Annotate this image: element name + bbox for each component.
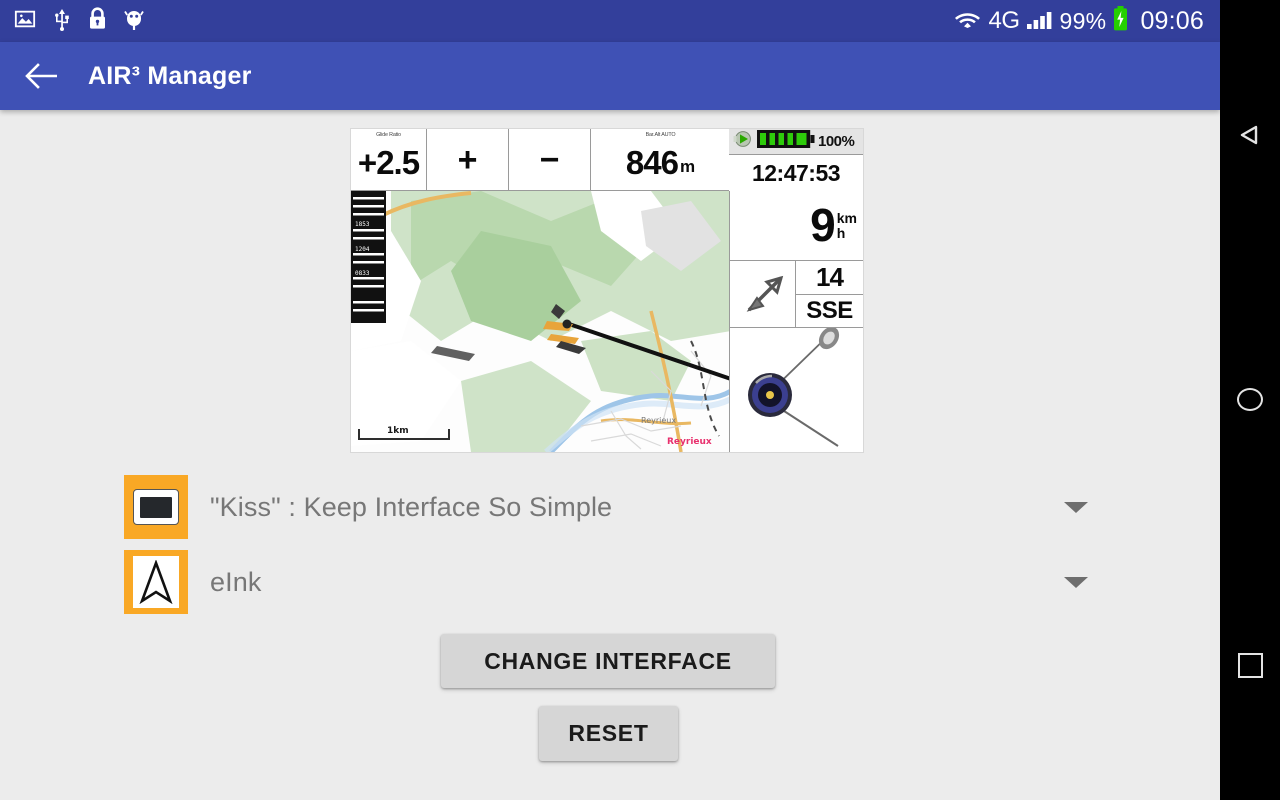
svg-text:1204: 1204 <box>355 246 370 253</box>
wifi-icon <box>954 9 981 34</box>
image-icon <box>14 8 36 35</box>
svg-text:Reyrieux: Reyrieux <box>641 416 676 425</box>
preview-cell-minus: − <box>509 129 591 191</box>
nav-back-button[interactable] <box>1220 105 1280 165</box>
status-bar-left-icons <box>14 7 145 36</box>
battery-percent-label: 99% <box>1059 7 1107 34</box>
device-battery-icon <box>757 130 815 153</box>
change-interface-button[interactable]: CHANGE INTERFACE <box>441 634 775 688</box>
network-type-label: 4G <box>988 7 1020 34</box>
preview-cell-plus-value: + <box>457 140 478 179</box>
preview-device-status-row: 100% <box>729 129 863 155</box>
reset-button[interactable]: RESET <box>539 706 678 761</box>
preview-cell-plus: + <box>427 129 509 191</box>
wind-arrow-icon <box>730 261 796 327</box>
signal-bars-icon <box>1026 9 1053 34</box>
screen-root: 4G 99% 09:06 AIR³ Manager Glide Ratio +2… <box>0 0 1280 800</box>
preview-speed-unit: km h <box>836 209 857 241</box>
nav-home-button[interactable] <box>1220 369 1280 429</box>
android-debug-icon <box>123 7 145 35</box>
interface-selector-label: "Kiss" : Keep Interface So Simple <box>210 491 613 522</box>
battery-charging-icon <box>1113 6 1128 36</box>
preview-right-instrument-column: 9 km h 14 SSE <box>729 191 863 452</box>
preview-cell-glide-ratio-label: Glide Ratio <box>376 132 401 138</box>
back-button[interactable] <box>10 44 74 108</box>
back-triangle-icon <box>1240 125 1258 145</box>
usb-icon <box>52 7 72 36</box>
preview-cell-glide-ratio-value: +2.5 <box>357 143 420 181</box>
content-area: Glide Ratio +2.5 + − Bar.Alt AUTO 846 m <box>0 110 1220 800</box>
home-circle-icon <box>1237 387 1263 411</box>
status-bar: 4G 99% 09:06 <box>0 0 1220 42</box>
preview-device-battery-percent: 100% <box>818 133 855 150</box>
preview-cell-altitude-label: Bar.Alt AUTO <box>645 132 676 138</box>
preview-speed-cell: 9 km h <box>730 191 863 261</box>
preview-wind-values: 14 SSE <box>796 261 863 327</box>
gps-sound-icon <box>732 131 754 152</box>
recents-square-icon <box>1237 652 1263 678</box>
svg-text:0833: 0833 <box>355 270 370 277</box>
map-scale-label: 1km <box>387 426 409 436</box>
svg-text:1853: 1853 <box>355 221 370 228</box>
chevron-down-icon[interactable] <box>1064 501 1088 513</box>
preview-speed-unit-top: km <box>836 209 857 226</box>
app-bar: AIR³ Manager <box>0 42 1220 110</box>
interface-preview-image: Glide Ratio +2.5 + − Bar.Alt AUTO 846 m <box>350 128 864 453</box>
preview-speed-value: 9 <box>810 198 836 251</box>
status-bar-right-info: 4G 99% 09:06 <box>954 6 1204 36</box>
preview-device-time: 12:47:53 <box>729 155 863 192</box>
preview-cell-altitude: Bar.Alt AUTO 846 m <box>591 129 731 191</box>
preview-cell-minus-value: − <box>539 140 560 179</box>
page-title: AIR³ Manager <box>88 61 252 90</box>
clock-label: 09:06 <box>1140 6 1204 35</box>
preview-wind-direction: SSE <box>806 296 853 324</box>
android-navigation-bar <box>1220 0 1280 800</box>
preview-wind-row: 14 SSE <box>730 261 863 328</box>
nav-recents-button[interactable] <box>1220 635 1280 695</box>
navigation-arrow-icon <box>124 550 188 614</box>
preview-cell-glide-ratio: Glide Ratio +2.5 <box>351 129 427 191</box>
display-type-selector-dropdown[interactable]: eInk <box>124 550 1104 614</box>
chevron-down-icon[interactable] <box>1064 576 1088 588</box>
altitude-scale: 1853 1204 0833 <box>351 191 386 323</box>
screen-interface-icon <box>124 475 188 539</box>
preview-cell-altitude-value: 846 <box>625 143 679 181</box>
preview-map: 1853 1204 0833 Reyrieux Reyrieux 1km <box>351 191 731 452</box>
preview-thermal-assistant <box>730 326 863 451</box>
preview-speed-unit-bottom: h <box>836 224 846 241</box>
preview-wind-speed: 14 <box>796 261 863 295</box>
lock-icon <box>88 7 107 35</box>
preview-cell-altitude-unit: m <box>679 156 696 176</box>
svg-text:Reyrieux: Reyrieux <box>667 437 712 447</box>
interface-selector-dropdown[interactable]: "Kiss" : Keep Interface So Simple <box>124 475 1104 539</box>
display-type-selector-label: eInk <box>210 566 262 597</box>
preview-device-status-block: 100% 12:47:53 <box>729 129 863 192</box>
device-viewport: 4G 99% 09:06 AIR³ Manager Glide Ratio +2… <box>0 0 1220 800</box>
